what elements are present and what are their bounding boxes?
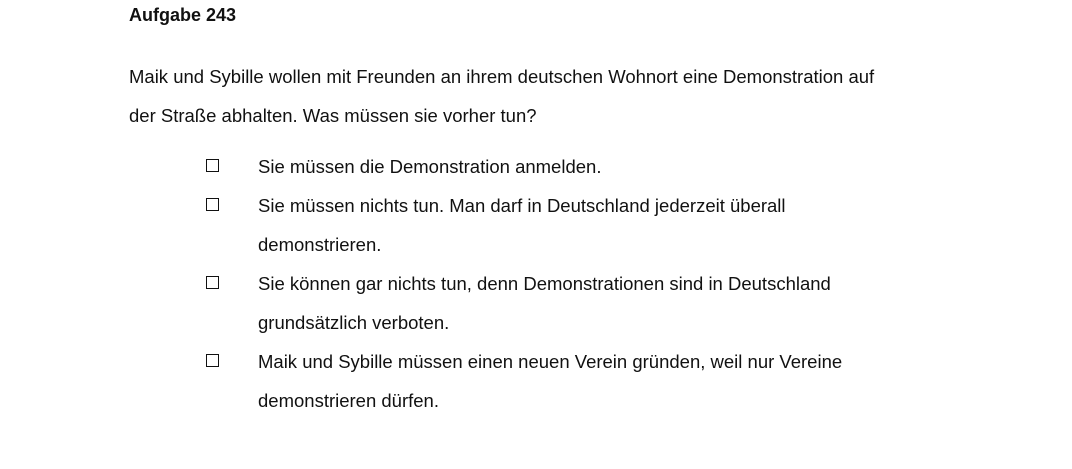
answer-line: Sie müssen die Demonstration anmelden. xyxy=(258,156,602,177)
answer-checkbox[interactable] xyxy=(206,354,219,367)
answer-option-4: Maik und Sybille müssen einen neuen Vere… xyxy=(0,342,1072,420)
answer-line: demonstrieren dürfen. xyxy=(258,390,439,411)
answer-checkbox[interactable] xyxy=(206,276,219,289)
answer-line: Sie müssen nichts tun. Man darf in Deuts… xyxy=(258,195,786,216)
question-text: Maik und Sybille wollen mit Freunden an … xyxy=(129,57,969,135)
answer-line: demonstrieren. xyxy=(258,234,382,255)
answer-checkbox[interactable] xyxy=(206,159,219,172)
page: Aufgabe 243 Maik und Sybille wollen mit … xyxy=(0,0,1072,469)
answer-option-2: Sie müssen nichts tun. Man darf in Deuts… xyxy=(0,186,1072,264)
answer-option-1: Sie müssen die Demonstration anmelden. xyxy=(0,147,1072,186)
answer-line: Maik und Sybille müssen einen neuen Vere… xyxy=(258,351,843,372)
question-line: Maik und Sybille wollen mit Freunden an … xyxy=(129,66,875,87)
answer-line: Sie können gar nichts tun, denn Demonstr… xyxy=(258,273,831,294)
answer-options: Sie müssen die Demonstration anmelden. S… xyxy=(0,147,1072,420)
question-line: der Straße abhalten. Was müssen sie vorh… xyxy=(129,105,537,126)
answer-option-3: Sie können gar nichts tun, denn Demonstr… xyxy=(0,264,1072,342)
answer-line: grundsätzlich verboten. xyxy=(258,312,450,333)
answer-checkbox[interactable] xyxy=(206,198,219,211)
task-title: Aufgabe 243 xyxy=(129,5,237,25)
